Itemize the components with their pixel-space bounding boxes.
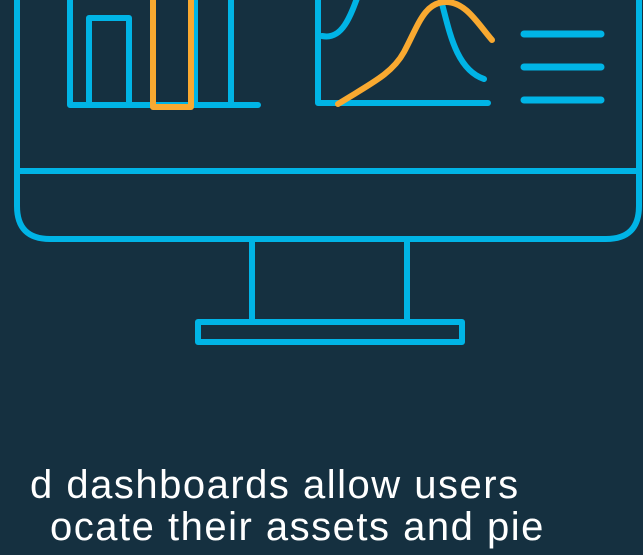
list-icon: [520, 30, 605, 104]
monitor-icon: [14, 0, 642, 345]
line-chart-icon: [315, 0, 495, 107]
monitor-stand-neck: [249, 236, 410, 325]
caption-line-2: ocate their assets and pie: [50, 505, 545, 549]
bar-chart-icon: [67, 0, 261, 110]
caption-text: d dashboards allow users ocate their ass…: [0, 455, 643, 555]
dashboard-illustration: [0, 0, 643, 350]
monitor-stand-base: [195, 319, 465, 345]
